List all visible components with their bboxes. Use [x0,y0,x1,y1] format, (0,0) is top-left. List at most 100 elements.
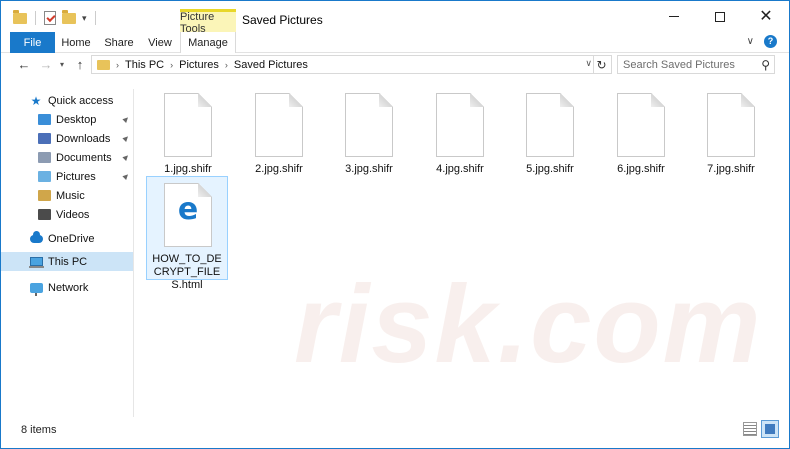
maximize-icon [715,11,725,22]
address-history-chevron-icon[interactable]: ∨ [585,58,592,69]
desktop-folder-icon [37,113,51,127]
computer-icon [28,255,44,269]
ribbon-controls: ∨ ? [747,35,777,48]
pin-icon[interactable]: ▲ [120,169,133,182]
page-fold-graphic [560,93,574,107]
customize-toolbar-chevron-icon[interactable]: ▾ [82,13,87,24]
sidebar-item-label: OneDrive [48,232,95,245]
sidebar-item-label: Desktop [56,113,97,126]
sidebar-item-desktop[interactable]: Desktop ▲ [1,110,133,129]
breadcrumb-separator-icon[interactable]: › [170,60,173,70]
navigation-pane: ★ Quick access Desktop ▲ Downloads ▲ Doc… [1,89,133,417]
file-item-2[interactable]: 2.jpg.shifr [238,87,320,187]
file-name: 4.jpg.shifr [436,163,484,175]
navigation-bar: ← → ▾ ↑ › This PC › Pictures › Saved Pic… [1,53,789,74]
sidebar-item-videos[interactable]: Videos [1,205,133,224]
minimize-button[interactable] [651,1,697,32]
sidebar-item-downloads[interactable]: Downloads ▲ [1,129,133,148]
pin-icon[interactable]: ▲ [120,131,133,144]
folder-icon [13,9,27,24]
details-view-icon[interactable] [743,422,757,436]
onedrive-cloud-icon [29,230,43,246]
new-folder-icon[interactable] [62,9,76,24]
forward-arrow-icon: → [39,56,53,72]
explorer-window: ▾ Picture Tools Saved Pictures ✕ File Ho… [0,0,790,449]
sidebar-item-label: Quick access [48,94,114,107]
properties-icon[interactable] [44,11,56,25]
file-item-5[interactable]: 5.jpg.shifr [509,87,591,187]
star-icon: ★ [30,93,42,108]
window-title: Saved Pictures [242,13,323,27]
file-item-1[interactable]: 1.jpg.shifr [147,87,229,187]
file-item-7[interactable]: 7.jpg.shifr [690,87,772,187]
file-item-ransom-note[interactable]: e HOW_TO_DECRYPT_FILES.html [146,176,228,291]
forward-button[interactable]: → [37,55,55,73]
sidebar-item-network[interactable]: Network [1,278,133,297]
documents-folder-icon [37,151,51,165]
search-input[interactable]: Search Saved Pictures ⚲ [617,55,775,74]
network-icon [29,281,43,296]
page-fold-graphic [198,93,212,107]
sidebar-item-documents[interactable]: Documents ▲ [1,148,133,167]
sidebar-item-onedrive[interactable]: OneDrive [1,229,133,248]
status-bar: 8 items [1,417,789,448]
expand-ribbon-chevron-icon[interactable]: ∨ [747,36,754,47]
close-button[interactable]: ✕ [743,1,789,32]
page-fold-graphic [651,93,665,107]
sidebar-item-label: Videos [56,208,90,221]
file-item-6[interactable]: 6.jpg.shifr [600,87,682,187]
address-bar[interactable]: › This PC › Pictures › Saved Pictures ∨ … [91,55,612,74]
search-placeholder: Search Saved Pictures [623,58,735,71]
sidebar-item-music[interactable]: Music [1,186,133,205]
sidebar-item-label: Network [48,281,89,294]
file-item-3[interactable]: 3.jpg.shifr [328,87,410,187]
item-count: 8 items [21,424,57,436]
pin-icon[interactable]: ▲ [120,150,133,163]
tab-manage[interactable]: Manage [180,32,236,53]
picture-tools-header: Picture Tools [180,9,236,35]
breadcrumb-this-pc[interactable]: This PC [125,59,164,71]
page-fold-graphic [741,93,755,107]
tab-home[interactable]: Home [58,32,94,53]
file-item-4[interactable]: 4.jpg.shifr [419,87,501,187]
breadcrumb-separator-icon[interactable]: › [116,60,119,70]
page-fold-graphic [470,93,484,107]
file-name: 5.jpg.shifr [526,163,574,175]
sidebar-item-this-pc[interactable]: This PC [1,252,133,271]
file-name: 2.jpg.shifr [255,163,303,175]
large-icons-view-icon[interactable] [761,420,779,438]
chevron-down-icon: ▾ [59,59,64,69]
watermark-graphic: risk.com [294,263,763,386]
breadcrumb-separator-icon[interactable]: › [225,60,228,70]
breadcrumb-saved-pictures[interactable]: Saved Pictures [234,59,308,71]
tab-file[interactable]: File [10,32,55,53]
file-name: 7.jpg.shifr [707,163,755,175]
file-list-view[interactable]: risk.com 1.jpg.shifr 2.jpg.shifr 3.jpg.s… [134,81,789,417]
pin-icon[interactable]: ▲ [120,112,133,125]
breadcrumb-pictures[interactable]: Pictures [179,59,219,71]
search-icon: ⚲ [761,58,770,72]
tab-share[interactable]: Share [101,32,137,53]
back-button[interactable]: ← [15,55,33,73]
maximize-button[interactable] [697,1,743,32]
folder-icon [97,59,110,70]
sidebar-item-pictures[interactable]: Pictures ▲ [1,167,133,186]
pictures-folder-icon [37,170,51,184]
file-name: 6.jpg.shifr [617,163,665,175]
file-name: 3.jpg.shifr [345,163,393,175]
refresh-icon: ↻ [596,57,607,72]
tab-view[interactable]: View [143,32,177,53]
minimize-icon [669,16,679,17]
file-name: 1.jpg.shifr [164,163,212,175]
refresh-button[interactable]: ↻ [593,56,609,73]
file-name: HOW_TO_DECRYPT_FILES.html [152,253,222,291]
help-icon[interactable]: ? [764,35,777,48]
recent-locations-button[interactable]: ▾ [57,55,67,73]
sidebar-item-label: Downloads [56,132,111,145]
close-icon: ✕ [759,7,773,25]
downloads-folder-icon [37,132,51,146]
sidebar-item-quick-access[interactable]: ★ Quick access [1,91,133,110]
up-button[interactable]: ↑ [71,55,89,73]
sidebar-item-label: Pictures [56,170,96,183]
sidebar-item-label: Music [56,189,85,202]
